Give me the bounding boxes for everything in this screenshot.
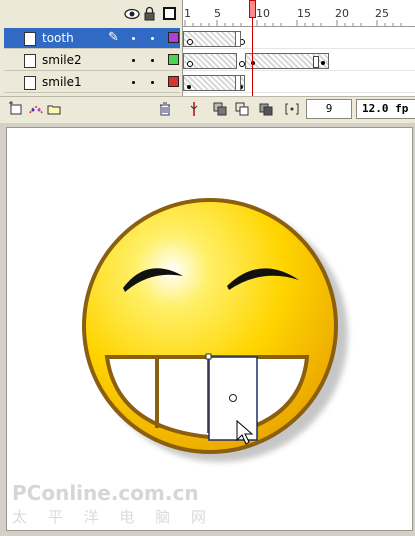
ruler-label: 20 — [335, 7, 349, 20]
layer-row-tooth[interactable]: tooth ✎ — [4, 28, 180, 49]
lock-icon[interactable] — [144, 6, 155, 21]
empty-keyframe[interactable] — [239, 61, 245, 67]
keyframe[interactable] — [321, 61, 325, 65]
center-frame-icon[interactable] — [186, 101, 202, 117]
visibility-dot[interactable] — [132, 37, 135, 40]
end-frame[interactable] — [313, 56, 319, 68]
empty-keyframe[interactable] — [187, 61, 193, 67]
frame-rate-field[interactable]: 12.0 fp — [356, 99, 415, 119]
layer-color-swatch[interactable] — [168, 76, 179, 87]
onion-skin-outline-icon[interactable] — [234, 101, 250, 117]
lock-dot[interactable] — [151, 37, 154, 40]
outline-icon[interactable] — [163, 7, 176, 20]
timeline-panel: tooth ✎ smile2 smile1 1 5 10 15 20 25 9 … — [0, 0, 415, 123]
delete-layer-icon[interactable] — [157, 101, 173, 117]
layer-page-icon — [24, 32, 36, 46]
flash-editor: tooth ✎ smile2 smile1 1 5 10 15 20 25 9 … — [0, 0, 415, 536]
empty-keyframe[interactable] — [187, 39, 193, 45]
ruler-label: 10 — [256, 7, 270, 20]
layer-header-icons — [124, 6, 180, 24]
visibility-dot[interactable] — [132, 59, 135, 62]
smiley-artwork[interactable] — [7, 128, 412, 530]
layer-page-icon — [24, 54, 36, 68]
edit-multiple-frames-icon[interactable] — [258, 101, 274, 117]
pencil-icon: ✎ — [108, 30, 119, 45]
layer-color-swatch[interactable] — [168, 32, 179, 43]
end-frame[interactable] — [235, 75, 241, 91]
layer-name: smile1 — [42, 75, 82, 89]
registration-point[interactable] — [205, 353, 212, 360]
timeline-toolbar: 9 12.0 fp — [0, 96, 415, 123]
end-frame[interactable] — [235, 31, 241, 47]
lock-dot[interactable] — [151, 59, 154, 62]
stage[interactable] — [6, 127, 413, 531]
transform-point[interactable] — [229, 394, 237, 402]
layer-row-smile1[interactable]: smile1 — [4, 72, 180, 93]
layer-name: tooth — [42, 31, 74, 45]
ruler-label: 25 — [375, 7, 389, 20]
ruler-ticks — [184, 20, 402, 26]
frame-ruler[interactable]: 1 5 10 15 20 25 — [183, 0, 415, 27]
frame-row-smile1[interactable] — [183, 72, 415, 93]
add-motion-guide-icon[interactable] — [28, 101, 44, 117]
layer-row-smile2[interactable]: smile2 — [4, 50, 180, 71]
watermark-subtext: 太 平 洋 电 脑 网 — [12, 508, 214, 526]
playhead-line — [252, 18, 253, 96]
modify-onion-markers-icon[interactable] — [284, 101, 300, 117]
layer-page-icon — [24, 76, 36, 90]
keyframe[interactable] — [187, 85, 191, 89]
eye-icon[interactable] — [124, 8, 140, 20]
watermark-text: PConline.com.cn — [12, 481, 199, 505]
stage-area — [0, 123, 415, 536]
frame-row-smile2[interactable] — [183, 50, 415, 71]
insert-layer-icon[interactable] — [8, 101, 24, 117]
ruler-label: 5 — [214, 7, 221, 20]
playhead-handle[interactable] — [249, 0, 256, 18]
layer-name: smile2 — [42, 53, 82, 67]
playhead[interactable] — [249, 0, 256, 96]
ruler-label: 1 — [184, 7, 191, 20]
frame-row-tooth[interactable] — [183, 28, 415, 49]
layer-color-swatch[interactable] — [168, 54, 179, 65]
insert-folder-icon[interactable] — [46, 101, 62, 117]
ruler-label: 15 — [297, 7, 311, 20]
visibility-dot[interactable] — [132, 81, 135, 84]
current-frame-field[interactable]: 9 — [306, 99, 352, 119]
lock-dot[interactable] — [151, 81, 154, 84]
onion-skin-icon[interactable] — [212, 101, 228, 117]
